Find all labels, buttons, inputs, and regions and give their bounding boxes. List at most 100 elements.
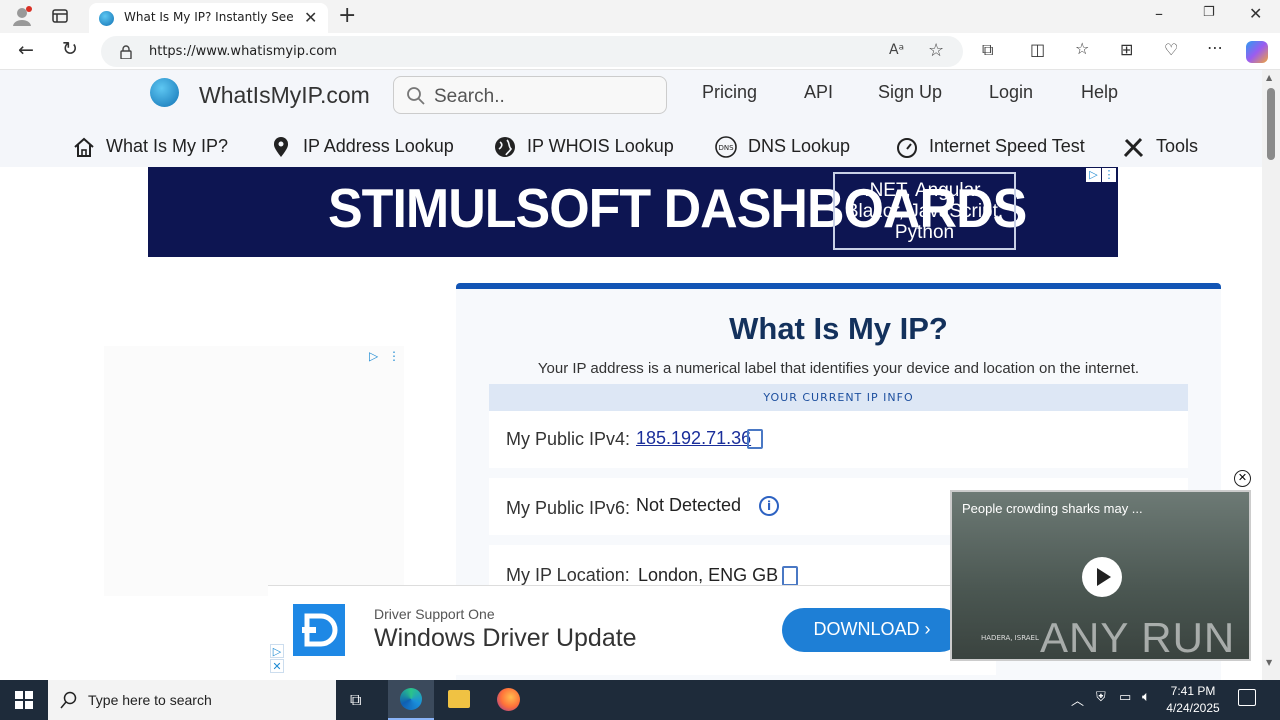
network-icon[interactable]: ▭ <box>1119 690 1131 705</box>
bottom-ad[interactable]: Driver Support One Windows Driver Update… <box>268 585 996 675</box>
nav-login[interactable]: Login <box>989 82 1033 103</box>
taskbar-search-input[interactable]: Type here to search <box>48 680 336 720</box>
close-window-icon[interactable]: ✕ <box>1249 4 1262 23</box>
close-ad-icon[interactable]: ✕ <box>270 659 284 673</box>
adchoices-icon[interactable]: ▷ <box>270 644 284 658</box>
subnav-internet-speed-test[interactable]: Internet Speed Test <box>895 136 1085 159</box>
extensions-icon[interactable]: ⧉ <box>982 40 993 60</box>
notifications-icon[interactable] <box>1238 689 1256 706</box>
site-logo-icon[interactable] <box>150 78 179 107</box>
play-button[interactable] <box>1082 557 1122 597</box>
url-text[interactable]: https://www.whatismyip.com <box>149 44 337 59</box>
volume-icon[interactable]: 🔈︎ <box>1142 689 1150 705</box>
firefox-icon[interactable] <box>497 688 520 711</box>
site-logo-text[interactable]: WhatIsMyIP.com <box>199 82 370 109</box>
show-hidden-icons-icon[interactable]: ︿ <box>1071 690 1084 709</box>
scroll-down-icon[interactable]: ▼ <box>1266 658 1272 667</box>
close-video-icon[interactable]: ✕ <box>1234 470 1251 487</box>
browser-essentials-icon[interactable]: ♡ <box>1164 40 1178 59</box>
nav-pricing[interactable]: Pricing <box>702 82 757 103</box>
globe-icon <box>493 136 517 158</box>
page-title: What Is My IP? <box>729 311 948 346</box>
bottom-ad-brand: Driver Support One <box>374 606 495 622</box>
browser-tab-bar: What Is My IP? Instantly See Your ✕ + – … <box>0 0 1280 33</box>
search-icon <box>406 86 426 106</box>
tab-actions-icon[interactable] <box>52 8 68 24</box>
minimize-icon[interactable]: – <box>1155 4 1163 23</box>
ipv4-row: My Public IPv4: 185.192.71.36 <box>489 411 1188 468</box>
adchoices-icon[interactable]: ▷ <box>369 349 378 363</box>
page-scrollbar[interactable]: ▲ ▼ <box>1262 70 1280 680</box>
nav-help[interactable]: Help <box>1081 82 1118 103</box>
file-explorer-icon[interactable] <box>448 690 470 708</box>
info-icon[interactable]: i <box>759 496 779 516</box>
web-page: WhatIsMyIP.com Search.. Pricing API Sign… <box>0 70 1262 680</box>
start-button-icon[interactable] <box>15 691 33 709</box>
favorites-icon[interactable]: ☆ <box>1075 39 1089 58</box>
more-menu-icon[interactable]: ⋯ <box>1207 38 1223 57</box>
browser-toolbar: ← ↻ https://www.whatismyip.com Aᵃ ☆ ⧉ ◫ … <box>0 33 1280 70</box>
read-aloud-icon[interactable]: Aᵃ <box>889 42 904 58</box>
close-tab-icon[interactable]: ✕ <box>304 8 317 27</box>
subnav-tools[interactable]: Tools <box>1122 136 1198 158</box>
split-screen-icon[interactable]: ◫ <box>1030 40 1045 59</box>
page-subtitle: Your IP address is a numerical label tha… <box>537 360 1140 377</box>
copilot-icon[interactable] <box>1246 41 1268 63</box>
nav-sign-up[interactable]: Sign Up <box>878 82 942 103</box>
banner-ad-box: .NET, Angular, Blazor, JavaScript, Pytho… <box>833 172 1016 250</box>
search-placeholder: Search.. <box>434 86 505 107</box>
banner-ad[interactable]: STIMULSOFT DASHBOARDS .NET, Angular, Bla… <box>148 167 1118 257</box>
bottom-ad-headline: Windows Driver Update <box>374 624 637 652</box>
copy-icon[interactable] <box>782 566 798 586</box>
ip-info-header: YOUR CURRENT IP INFO <box>489 384 1188 411</box>
back-icon[interactable]: ← <box>18 39 34 61</box>
search-input[interactable]: Search.. <box>393 76 667 114</box>
ipv6-label: My Public IPv6: <box>506 498 631 518</box>
location-label: My IP Location: <box>506 565 630 585</box>
ipv6-value: Not Detected <box>636 495 742 515</box>
restore-icon[interactable]: ❐ <box>1203 5 1215 20</box>
subnav-ip-whois-lookup[interactable]: IP WHOIS Lookup <box>493 136 674 158</box>
subnav-what-is-my-ip[interactable]: What Is My IP? <box>72 136 228 158</box>
windows-taskbar: Type here to search ⧉ ︿ ⛨ ▭ 🔈︎ 7:41 PM 4… <box>0 680 1280 720</box>
globe-favicon-icon <box>99 11 114 26</box>
collections-icon[interactable]: ⊞ <box>1120 40 1133 59</box>
tools-icon <box>1122 136 1146 158</box>
scroll-up-icon[interactable]: ▲ <box>1266 73 1272 82</box>
favorite-star-icon[interactable]: ☆ <box>928 40 944 61</box>
dns-icon: DNS <box>714 136 738 159</box>
task-view-icon[interactable]: ⧉ <box>350 690 361 710</box>
ad-menu-icon[interactable]: ⋮ <box>1102 168 1116 182</box>
lock-icon[interactable] <box>120 44 132 60</box>
site-header: WhatIsMyIP.com Search.. Pricing API Sign… <box>0 70 1262 167</box>
subnav-dns-lookup[interactable]: DNS DNS Lookup <box>714 136 850 159</box>
video-title: People crowding sharks may ... <box>962 501 1143 516</box>
taskbar-clock[interactable]: 7:41 PM 4/24/2025 <box>1160 683 1226 717</box>
ipv4-label: My Public IPv4: <box>506 429 631 449</box>
video-player[interactable]: People crowding sharks may ... HADERA, I… <box>950 490 1251 661</box>
home-icon <box>72 136 96 158</box>
download-button[interactable]: DOWNLOAD › <box>782 608 962 652</box>
adchoices-icon[interactable]: ▷ <box>1086 168 1101 182</box>
search-icon <box>60 691 78 709</box>
driver-support-logo-icon <box>293 604 345 656</box>
new-tab-icon[interactable]: + <box>338 3 356 28</box>
address-bar[interactable]: https://www.whatismyip.com Aᵃ ☆ <box>101 36 963 67</box>
side-ad[interactable]: ▷ ⋮ <box>104 346 404 596</box>
svg-text:DNS: DNS <box>718 144 734 152</box>
refresh-icon[interactable]: ↻ <box>62 38 78 60</box>
ipv4-value-link[interactable]: 185.192.71.36 <box>636 428 751 449</box>
subnav-ip-address-lookup[interactable]: IP Address Lookup <box>269 136 454 158</box>
watermark-text: ANY RUN <box>1040 614 1236 661</box>
copy-icon[interactable] <box>747 429 763 449</box>
nav-api[interactable]: API <box>804 82 833 103</box>
video-caption: HADERA, ISRAEL <box>981 634 1039 642</box>
ad-menu-icon[interactable]: ⋮ <box>388 349 400 363</box>
edge-taskbar-icon[interactable] <box>388 680 434 720</box>
active-tab[interactable]: What Is My IP? Instantly See Your ✕ <box>89 3 328 33</box>
taskbar-search-placeholder: Type here to search <box>88 692 212 708</box>
profile-icon[interactable] <box>12 6 32 26</box>
map-pin-icon <box>269 136 293 158</box>
security-tray-icon[interactable]: ⛨ <box>1096 690 1106 705</box>
scrollbar-thumb[interactable] <box>1267 88 1275 160</box>
